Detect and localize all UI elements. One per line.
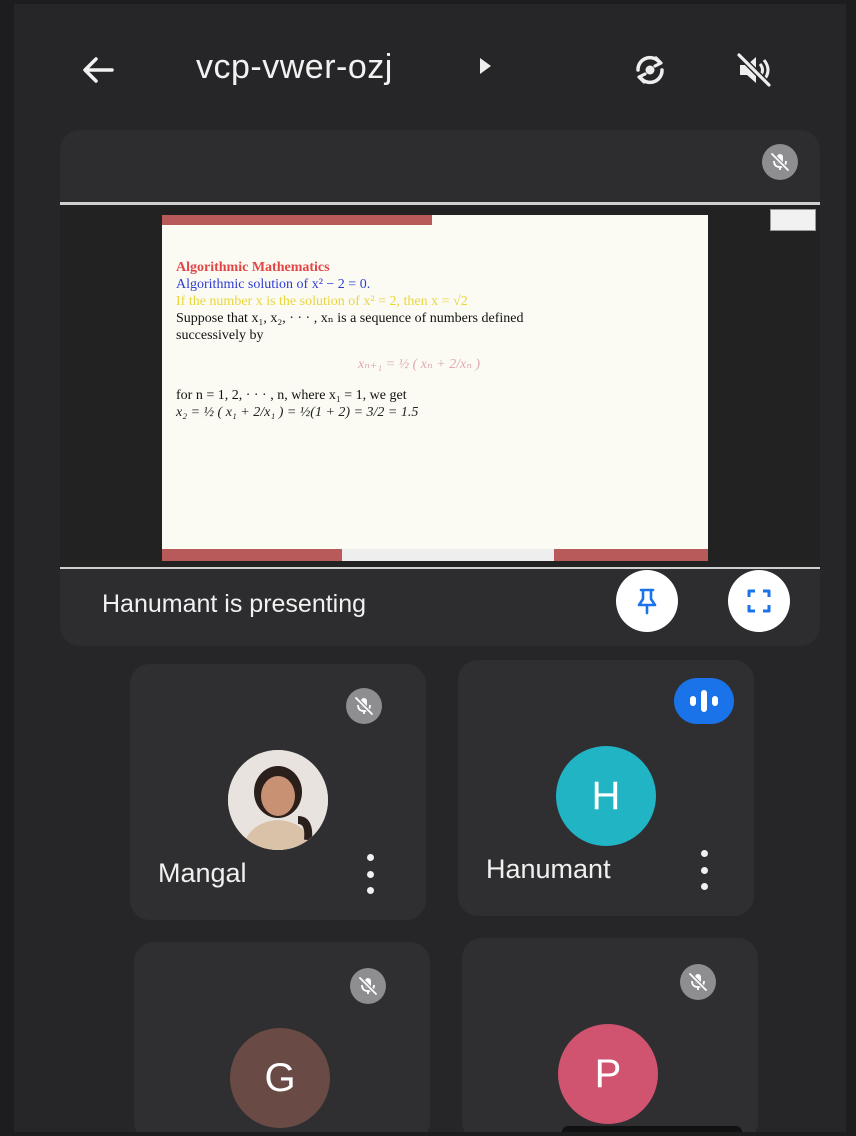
fullscreen-icon [747,589,771,613]
dot [366,870,374,878]
audio-level-bar [712,696,718,706]
slide-content: Algorithmic Mathematics Algorithmic solu… [176,259,523,421]
pin-icon [637,588,657,615]
slide-title: Algorithmic Mathematics [176,260,330,275]
pin-button[interactable] [616,570,678,632]
slide-line: successively by [176,328,264,343]
slide-line: Algorithmic solution of x² − 2 = 0. [176,277,371,292]
speaking-indicator [674,678,734,724]
caret-right-icon[interactable] [480,58,491,74]
switch-camera-button[interactable] [622,42,678,98]
bottom-bar-edge [562,1126,742,1132]
back-button[interactable] [72,44,124,96]
avatar: P [558,1024,658,1124]
avatar: G [230,1028,330,1128]
meeting-code[interactable]: vcp-vwer-ozj [196,48,393,87]
shared-screen: Algorithmic Mathematics Algorithmic solu… [60,202,820,569]
mute-badge [350,968,386,1004]
slide-line: Suppose that x₁, x₂, · · · , xₙ is a seq… [176,311,524,326]
slide-line: x₂ = ½ ( x₁ + 2/x₁ ) = ½(1 + 2) = 3/2 = … [176,405,419,420]
participant-tile[interactable]: P [462,938,758,1132]
dot [366,854,374,861]
dot [700,850,708,857]
more-options-button[interactable] [362,854,378,894]
audio-button[interactable] [726,42,782,98]
participant-tile[interactable]: G [134,942,430,1132]
mic-off-icon [358,976,378,996]
mic-off-icon [354,696,374,716]
dot [700,883,708,890]
screen-panel [770,209,816,231]
slide-header-band [162,215,432,225]
participant-tile[interactable]: Mangal [130,664,426,920]
more-options-button[interactable] [696,850,712,890]
dot [366,887,374,894]
slide-line: If the number x is the solution of x² = … [176,294,468,309]
audio-level-bar [701,690,707,712]
slide-line: for n = 1, 2, · · · , n, where x₁ = 1, w… [176,388,407,403]
fullscreen-button[interactable] [728,570,790,632]
participant-name: Mangal [158,858,247,888]
mic-off-icon [688,972,708,992]
switch-camera-icon [636,55,664,85]
volume-off-icon [736,52,772,88]
profile-photo [228,750,328,850]
mute-badge [346,688,382,724]
top-bar: vcp-vwer-ozj [14,4,846,134]
meeting-screen: vcp-vwer-ozj Algorithmic Mathematics Alg… [14,4,846,1132]
presentation-card[interactable]: Algorithmic Mathematics Algorithmic solu… [60,130,820,646]
participant-name: Hanumant [486,854,611,884]
arrow-left-icon [83,57,114,83]
slide-footer-center [342,549,554,561]
audio-level-bar [690,696,696,706]
slide-footer-left [162,549,342,561]
slide-footer-right [554,549,708,561]
slide-formula: xₙ₊₁ = ½ ( xₙ + 2/xₙ ) [358,357,481,372]
mute-badge [680,964,716,1000]
avatar: H [556,746,656,846]
presenter-mute-badge [762,144,798,180]
mic-off-icon [770,152,790,172]
slide-footer [162,549,708,561]
avatar [228,750,328,850]
presentation-slide: Algorithmic Mathematics Algorithmic solu… [162,215,708,561]
presenting-status: Hanumant is presenting [102,590,367,618]
dot [700,866,708,874]
participant-tile[interactable]: H Hanumant [458,660,754,916]
